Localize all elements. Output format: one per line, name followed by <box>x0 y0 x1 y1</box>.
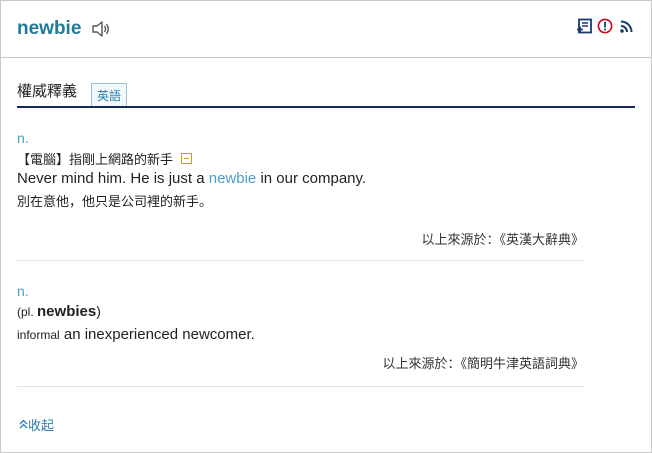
english-definition: informal an inexperienced newcomer. <box>17 326 584 343</box>
part-of-speech: n. <box>17 130 29 146</box>
rss-icon[interactable] <box>617 17 635 35</box>
add-to-wordbook-icon[interactable] <box>575 17 593 35</box>
plural-close: ) <box>96 303 101 319</box>
tab-english[interactable]: 英語 <box>91 83 128 106</box>
definitions-panel: 權威釋義 英語 n. 【電腦】指剛上網路的新手 Never mind him. … <box>1 79 651 387</box>
tab-authoritative[interactable]: 權威釋義 <box>17 80 77 106</box>
report-icon[interactable] <box>596 17 614 35</box>
example-sentence: Never mind him. He is just a newbie in o… <box>17 170 584 187</box>
collapse-button[interactable]: 收起 <box>19 415 54 434</box>
definition-tabs: 權威釋義 英語 <box>17 79 635 108</box>
source-attribution: 以上來源於：《英漢大辭典》 <box>421 233 584 248</box>
chevron-up-icon <box>19 419 28 428</box>
speaker-icon[interactable] <box>91 20 111 38</box>
example-translation: 別在意他，他只是公司裡的新手。 <box>17 195 213 210</box>
source-attribution: 以上來源於：《簡明牛津英語詞典》 <box>382 357 584 372</box>
definition-entry: n. 【電腦】指剛上網路的新手 Never mind him. He is ju… <box>17 130 584 261</box>
dictionary-card: newbie 權威釋義 英語 n. 【電腦】指剛上網路的新手 Never min… <box>0 0 652 453</box>
collapse-label: 收起 <box>28 419 55 434</box>
headword: newbie <box>17 18 82 39</box>
example-suffix: in our company. <box>256 170 367 187</box>
definition-text: an inexperienced newcomer. <box>59 326 255 343</box>
register-label: informal <box>17 328 60 342</box>
header-actions <box>575 17 635 35</box>
plural-open: (pl. <box>17 305 38 319</box>
definition-text: 【電腦】指剛上網路的新手 <box>17 153 174 168</box>
plural-word: newbies <box>37 303 97 320</box>
definition-line: 【電腦】指剛上網路的新手 <box>17 149 584 168</box>
word-header: newbie <box>1 1 651 58</box>
part-of-speech: n. <box>17 283 29 299</box>
plural-form: (pl. newbies) <box>17 303 584 320</box>
example-headword-link[interactable]: newbie <box>209 170 257 187</box>
collapse-example-icon[interactable] <box>181 153 193 164</box>
definition-entry: n. (pl. newbies) informal an inexperienc… <box>17 283 584 387</box>
example-prefix: Never mind him. He is just a <box>17 170 209 187</box>
